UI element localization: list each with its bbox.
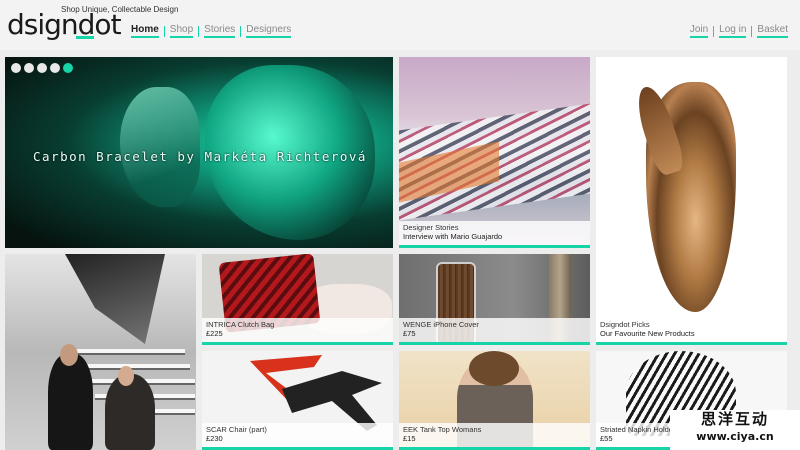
site-header: dsigndot Shop Unique, Collectable Design… [0, 0, 800, 50]
watermark-text: 思洋互动 [700, 410, 769, 428]
account-nav: Join Log in Basket [689, 24, 788, 38]
product-price: £225 [206, 329, 223, 338]
tile-caption: EEK Tank Top Womans £15 [399, 423, 590, 450]
nav-shop[interactable]: Shop [169, 24, 194, 38]
product-name: INTRICA Clutch Bag [206, 320, 275, 329]
slider-dot[interactable] [11, 63, 21, 73]
nav-designers[interactable]: Designers [246, 24, 292, 38]
product-name: EEK Tank Top Womans [403, 425, 482, 434]
person-woman [105, 374, 155, 450]
nav-join[interactable]: Join [689, 24, 709, 38]
product-name: SCAR Chair (part) [206, 425, 267, 434]
watermark-url: www.ciya.cn [696, 430, 774, 443]
person-man-head [60, 344, 78, 366]
nav-stories[interactable]: Stories [204, 24, 236, 38]
tile-designers-photo[interactable] [5, 254, 196, 450]
nav-basket[interactable]: Basket [757, 24, 788, 38]
chair-black-part-image [282, 371, 382, 431]
hero-title: Carbon Bracelet by Markéta Richterová [33, 149, 367, 164]
staircase-image [65, 254, 165, 344]
person-man [48, 354, 93, 450]
product-price: £75 [403, 329, 416, 338]
logo[interactable]: dsigndot [7, 10, 122, 40]
nav-divider [751, 25, 753, 37]
slider-dot[interactable] [50, 63, 60, 73]
tile-product-clutch[interactable]: INTRICA Clutch Bag £225 [202, 254, 393, 345]
nav-home[interactable]: Home [131, 24, 159, 38]
slider-dot-active[interactable] [63, 63, 73, 73]
product-price: £230 [206, 434, 223, 443]
tile-product-iphone-cover[interactable]: WENGE iPhone Cover £75 [399, 254, 590, 345]
person-woman-head [118, 366, 134, 386]
tile-caption: Dsigndot Picks Our Favourite New Product… [596, 318, 787, 345]
logo-accent [76, 36, 94, 39]
hero-bracelet-image [120, 87, 200, 207]
slider-dot[interactable] [24, 63, 34, 73]
tile-caption: INTRICA Clutch Bag £225 [202, 318, 393, 345]
nav-divider [713, 25, 715, 37]
tile-designer-stories[interactable]: Designer Stories Interview with Mario Gu… [399, 57, 590, 248]
tile-product-tank-top[interactable]: EEK Tank Top Womans £15 [399, 351, 590, 450]
nav-divider [163, 25, 165, 37]
hero-slider[interactable]: Carbon Bracelet by Markéta Richterová [5, 57, 393, 248]
caption-title: Designer Stories [403, 223, 459, 232]
product-name: WENGE iPhone Cover [403, 320, 479, 329]
slider-dot[interactable] [37, 63, 47, 73]
stair-step [75, 364, 190, 370]
tile-dsigndot-picks[interactable]: Dsigndot Picks Our Favourite New Product… [596, 57, 787, 345]
nav-login[interactable]: Log in [719, 24, 747, 38]
tile-caption: SCAR Chair (part) £230 [202, 423, 393, 450]
caption-subtitle: Our Favourite New Products [600, 329, 695, 338]
tagline: Shop Unique, Collectable Design [61, 5, 179, 14]
main-nav: Home Shop Stories Designers [131, 24, 292, 38]
tile-caption: Designer Stories Interview with Mario Gu… [399, 221, 590, 248]
caption-subtitle: Interview with Mario Guajardo [403, 232, 503, 241]
product-price: £15 [403, 434, 416, 443]
slider-dots [11, 63, 73, 73]
tile-product-chair[interactable]: SCAR Chair (part) £230 [202, 351, 393, 450]
tile-caption: WENGE iPhone Cover £75 [399, 318, 590, 345]
model-hair [469, 351, 519, 386]
stair-step [65, 349, 185, 355]
watermark: 思洋互动 www.ciya.cn [670, 410, 800, 450]
nav-divider [198, 25, 200, 37]
caption-title: Dsigndot Picks [600, 320, 650, 329]
nav-divider [240, 25, 242, 37]
